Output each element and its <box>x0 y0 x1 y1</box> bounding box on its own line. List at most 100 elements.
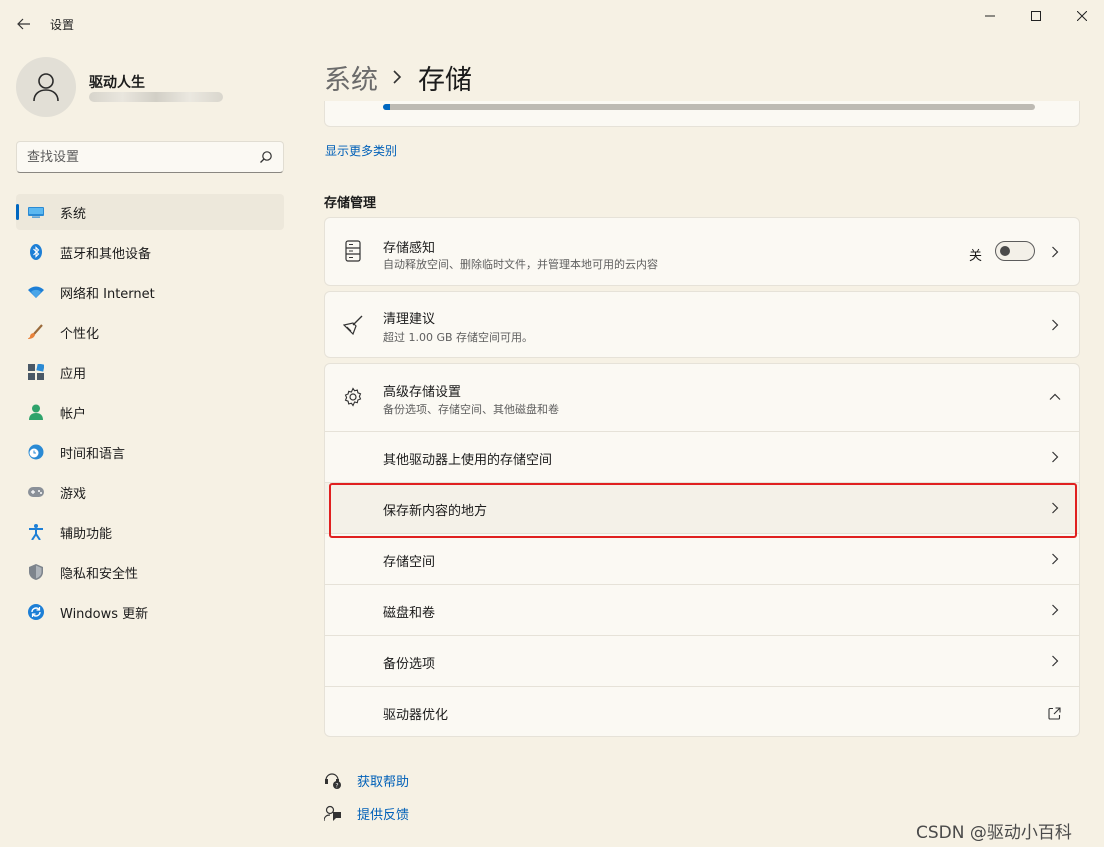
back-arrow-icon <box>17 18 30 30</box>
sidebar-item-system[interactable]: 系统 <box>16 194 284 230</box>
back-button[interactable] <box>10 10 38 38</box>
user-email-blurred <box>89 92 223 102</box>
sidebar-item-apps[interactable]: 应用 <box>16 354 284 390</box>
storage-sense-toggle-label: 关 <box>969 249 983 264</box>
sidebar-item-privacy[interactable]: 隐私和安全性 <box>16 554 284 590</box>
advanced-storage-description: 备份选项、存储空间、其他磁盘和卷 <box>383 403 559 416</box>
chevron-right-icon <box>1049 451 1061 463</box>
help-icon: ? <box>324 771 342 789</box>
chevron-right-icon <box>1049 502 1061 514</box>
external-link-icon <box>1047 706 1061 720</box>
page-title: 存储 <box>418 64 472 96</box>
close-icon <box>1077 11 1087 21</box>
breadcrumb-parent[interactable]: 系统 <box>324 58 378 97</box>
wifi-icon <box>28 284 44 300</box>
shield-icon <box>28 564 44 580</box>
backup-options-row[interactable]: 备份选项 <box>325 635 1079 686</box>
storage-usage-bar <box>383 104 1035 110</box>
accessibility-icon <box>28 524 44 540</box>
chevron-right-icon <box>1049 246 1061 258</box>
advanced-storage-settings-card: 高级存储设置 备份选项、存储空间、其他磁盘和卷 其他驱动器上使用的存储空间 保存… <box>324 363 1080 737</box>
sub-row-label: 保存新内容的地方 <box>383 504 488 519</box>
broom-icon <box>342 314 364 336</box>
csdn-watermark: CSDN @驱动小百科 <box>916 823 1072 843</box>
sidebar-item-accessibility[interactable]: 辅助功能 <box>16 514 284 550</box>
sidebar-item-personalization[interactable]: 个性化 <box>16 314 284 350</box>
get-help-link[interactable]: ? 获取帮助 <box>324 770 409 790</box>
advanced-storage-title: 高级存储设置 <box>383 385 462 400</box>
sidebar-item-label: 隐私和安全性 <box>60 566 139 582</box>
chevron-right-icon <box>1049 553 1061 565</box>
sidebar-item-label: 系统 <box>60 206 87 222</box>
storage-sense-description: 自动释放空间、删除临时文件，并管理本地可用的云内容 <box>383 258 658 271</box>
sidebar-item-label: 应用 <box>60 366 87 382</box>
gear-icon <box>342 386 364 408</box>
update-icon <box>28 604 44 620</box>
cleanup-recommendations-card[interactable]: 清理建议 超过 1.00 GB 存储空间可用。 <box>324 291 1080 358</box>
cleanup-title: 清理建议 <box>383 312 436 327</box>
sub-row-label: 驱动器优化 <box>383 708 449 723</box>
sub-row-label: 其他驱动器上使用的存储空间 <box>383 453 553 468</box>
search-input[interactable] <box>27 148 247 166</box>
sub-row-label: 备份选项 <box>383 657 436 672</box>
feedback-icon <box>324 804 342 822</box>
maximize-button[interactable] <box>1016 4 1056 28</box>
give-feedback-link[interactable]: 提供反馈 <box>324 803 409 823</box>
where-new-content-saved-row[interactable]: 保存新内容的地方 <box>325 482 1079 533</box>
sidebar-item-accounts[interactable]: 帐户 <box>16 394 284 430</box>
advanced-storage-settings-header[interactable]: 高级存储设置 备份选项、存储空间、其他磁盘和卷 <box>325 364 1079 431</box>
sidebar-item-label: 帐户 <box>60 406 87 422</box>
app-title: 设置 <box>50 18 75 32</box>
minimize-button[interactable] <box>970 4 1010 28</box>
storage-sense-card[interactable]: 存储感知 自动释放空间、删除临时文件，并管理本地可用的云内容 关 <box>324 217 1080 286</box>
other-drives-storage-row[interactable]: 其他驱动器上使用的存储空间 <box>325 431 1079 482</box>
avatar[interactable] <box>16 57 76 117</box>
globe-clock-icon <box>28 444 44 460</box>
cleanup-description: 超过 1.00 GB 存储空间可用。 <box>383 331 534 344</box>
sidebar-item-gaming[interactable]: 游戏 <box>16 474 284 510</box>
disks-and-volumes-row[interactable]: 磁盘和卷 <box>325 584 1079 635</box>
sidebar-item-time-language[interactable]: 时间和语言 <box>16 434 284 470</box>
give-feedback-label: 提供反馈 <box>357 807 410 823</box>
sub-row-label: 存储空间 <box>383 555 436 570</box>
brush-icon <box>28 324 44 340</box>
sidebar-item-windows-update[interactable]: Windows 更新 <box>16 594 284 630</box>
breadcrumb: 系统 存储 <box>324 57 472 97</box>
toggle-knob <box>1000 246 1010 256</box>
sidebar-item-network[interactable]: 网络和 Internet <box>16 274 284 310</box>
sidebar-item-label: Windows 更新 <box>60 606 149 622</box>
sidebar-item-label: 蓝牙和其他设备 <box>60 246 152 262</box>
user-name: 驱动人生 <box>89 75 145 91</box>
bluetooth-icon <box>28 244 44 260</box>
search-icon[interactable] <box>259 150 273 164</box>
gamepad-icon <box>28 484 44 500</box>
sidebar-item-bluetooth[interactable]: 蓝牙和其他设备 <box>16 234 284 270</box>
sidebar-nav: 系统 蓝牙和其他设备 网络和 Internet 个性化 应用 帐户 时间和语言 … <box>16 194 284 634</box>
minimize-icon <box>985 15 995 17</box>
storage-usage-fill <box>383 104 390 110</box>
sidebar-item-label: 辅助功能 <box>60 526 113 542</box>
chevron-right-icon <box>392 67 404 87</box>
show-more-categories-link[interactable]: 显示更多类别 <box>325 142 397 159</box>
chevron-up-icon <box>1049 391 1061 403</box>
close-button[interactable] <box>1062 4 1102 28</box>
get-help-label: 获取帮助 <box>357 774 410 790</box>
account-icon <box>28 404 44 420</box>
storage-spaces-row[interactable]: 存储空间 <box>325 533 1079 584</box>
settings-search <box>16 141 284 173</box>
drive-optimization-row[interactable]: 驱动器优化 <box>325 686 1079 737</box>
person-icon <box>33 73 59 102</box>
sidebar-item-label: 游戏 <box>60 486 87 502</box>
title-bar: 设置 <box>0 0 1104 48</box>
server-icon <box>342 240 364 262</box>
chevron-right-icon <box>1049 319 1061 331</box>
storage-sense-title: 存储感知 <box>383 241 436 256</box>
sub-row-label: 磁盘和卷 <box>383 606 436 621</box>
maximize-icon <box>1031 11 1041 21</box>
sidebar-item-label: 个性化 <box>60 326 100 342</box>
monitor-icon <box>28 204 44 220</box>
storage-sense-toggle[interactable] <box>995 241 1035 261</box>
storage-management-heading: 存储管理 <box>324 196 377 211</box>
apps-icon <box>28 364 44 380</box>
sidebar-item-label: 时间和语言 <box>60 446 126 462</box>
